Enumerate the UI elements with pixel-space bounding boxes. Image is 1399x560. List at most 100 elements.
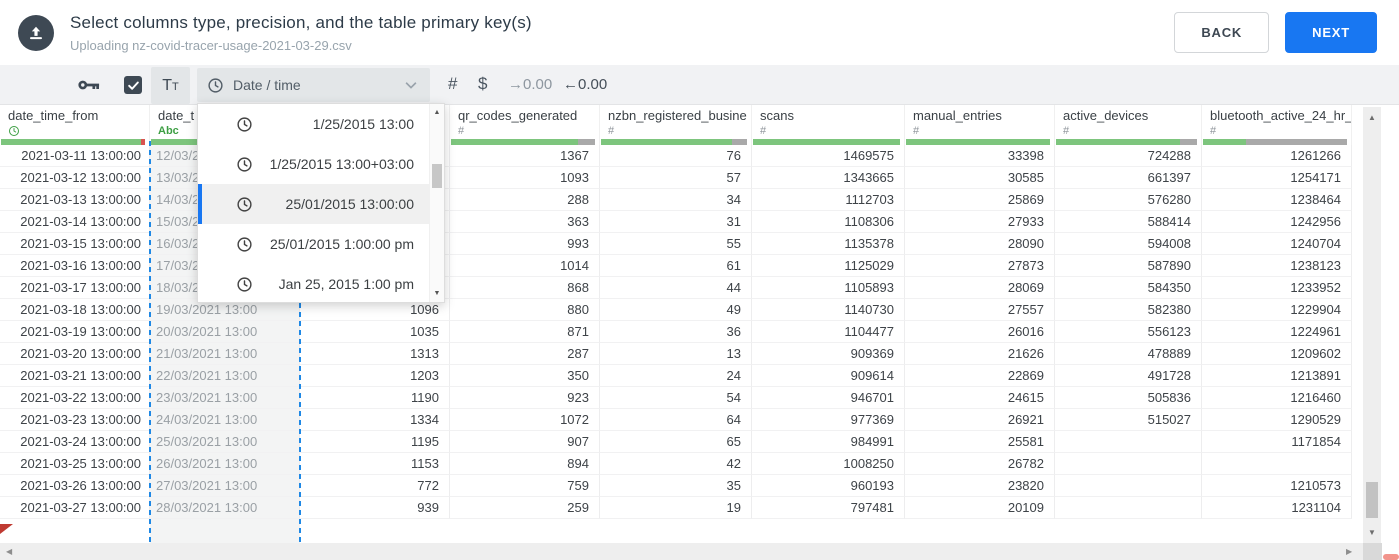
table-cell: 24615	[905, 387, 1055, 409]
table-cell: 2021-03-27 13:00:00	[0, 497, 150, 519]
table-cell: 587890	[1055, 255, 1202, 277]
primary-key-icon[interactable]	[78, 78, 101, 97]
column-header-date_time_from[interactable]: date_time_from	[0, 105, 150, 145]
table-row: 2021-03-20 13:00:00 21/03/2021 13:00 1313 2…	[0, 343, 1399, 365]
date-format-option[interactable]: 25/01/2015 13:00:00	[198, 184, 444, 224]
column-type-label: #	[913, 124, 920, 137]
table-cell: 2021-03-15 13:00:00	[0, 233, 150, 255]
column-name: nzbn_registered_busine	[608, 108, 747, 123]
vertical-scrollbar-thumb[interactable]	[1366, 482, 1378, 518]
table-row: 2021-03-24 13:00:00 25/03/2021 13:00 1195 9…	[0, 431, 1399, 453]
scroll-up-arrow-icon[interactable]: ▲	[1363, 113, 1381, 122]
text-type-button[interactable]: Tt	[151, 67, 190, 104]
table-cell: 30585	[905, 167, 1055, 189]
table-cell: 288	[450, 189, 600, 211]
number-type-button[interactable]: #	[448, 74, 457, 94]
column-header-scans[interactable]: scans #	[752, 105, 905, 145]
table-cell: 582380	[1055, 299, 1202, 321]
table-cell: 2021-03-13 13:00:00	[0, 189, 150, 211]
table-cell: 21626	[905, 343, 1055, 365]
scroll-down-arrow-icon[interactable]: ▼	[1363, 528, 1381, 537]
table-cell: 27557	[905, 299, 1055, 321]
table-cell: 894	[450, 453, 600, 475]
table-cell: 2021-03-24 13:00:00	[0, 431, 150, 453]
back-button[interactable]: BACK	[1174, 12, 1270, 53]
csv-import-wizard: Select columns type, precision, and the …	[0, 0, 1399, 560]
table-cell: 661397	[1055, 167, 1202, 189]
date-format-label: 25/01/2015 13:00:00	[285, 196, 414, 212]
header-actions: BACK NEXT	[1174, 12, 1377, 53]
table-cell: 363	[450, 211, 600, 233]
currency-type-button[interactable]: $	[478, 74, 487, 94]
column-header-active_devices[interactable]: active_devices #	[1055, 105, 1202, 145]
table-cell: 880	[450, 299, 600, 321]
table-cell: 1261266	[1202, 145, 1352, 167]
table-cell: 27873	[905, 255, 1055, 277]
table-cell: 1229904	[1202, 299, 1352, 321]
horizontal-scrollbar[interactable]: ◀ ▶	[0, 543, 1363, 560]
column-type-label: #	[1210, 124, 1217, 137]
table-cell: 1014	[450, 255, 600, 277]
dropdown-option-list: 1/25/2015 13:00 1/25/2015 13:00+03:00 25/0…	[198, 104, 444, 304]
clock-icon	[236, 276, 253, 293]
table-cell: 26782	[905, 453, 1055, 475]
column-header-qr_codes_generated[interactable]: qr_codes_generated #	[450, 105, 600, 145]
column-name: active_devices	[1063, 108, 1149, 123]
next-button[interactable]: NEXT	[1285, 12, 1377, 53]
table-cell: 1313	[300, 343, 450, 365]
table-row: 2021-03-27 13:00:00 28/03/2021 13:00 939 25…	[0, 497, 1399, 519]
table-cell: 907	[450, 431, 600, 453]
include-column-checkbox[interactable]	[124, 76, 142, 94]
table-cell: 35	[600, 475, 752, 497]
dropdown-scrollbar[interactable]: ▲ ▼	[429, 104, 444, 302]
decrease-precision-button[interactable]: ←0.00	[563, 76, 607, 93]
table-cell: 28/03/2021 13:00	[150, 497, 300, 519]
table-cell: 2021-03-21 13:00:00	[0, 365, 150, 387]
table-cell: 984991	[752, 431, 905, 453]
column-header-nzbn_registered_busine[interactable]: nzbn_registered_busine #	[600, 105, 752, 145]
date-format-option[interactable]: 25/01/2015 1:00:00 pm	[198, 224, 444, 264]
dropdown-scroll-up-icon[interactable]: ▲	[430, 109, 444, 116]
table-cell	[1055, 431, 1202, 453]
table-cell: 287	[450, 343, 600, 365]
chevron-down-icon	[402, 76, 420, 94]
table-cell: 1072	[450, 409, 600, 431]
wizard-header: Select columns type, precision, and the …	[0, 0, 1399, 65]
table-cell: 724288	[1055, 145, 1202, 167]
table-cell: 22869	[905, 365, 1055, 387]
column-header-bluetooth_active_24_hr_[interactable]: bluetooth_active_24_hr_ #	[1202, 105, 1352, 145]
column-type-select[interactable]: Date / time	[197, 68, 430, 102]
table-cell: 588414	[1055, 211, 1202, 233]
increase-precision-button[interactable]: →0.00	[508, 76, 552, 93]
dropdown-scrollbar-thumb[interactable]	[432, 164, 442, 188]
table-cell: 64	[600, 409, 752, 431]
dropdown-scroll-down-icon[interactable]: ▼	[430, 290, 444, 297]
vertical-scrollbar[interactable]: ▲ ▼	[1363, 107, 1381, 543]
scroll-right-arrow-icon[interactable]: ▶	[1346, 547, 1352, 556]
table-cell: 25/03/2021 13:00	[150, 431, 300, 453]
table-cell: 584350	[1055, 277, 1202, 299]
column-type-label	[8, 124, 149, 137]
date-format-option[interactable]: 1/25/2015 13:00+03:00	[198, 144, 444, 184]
table-cell: 42	[600, 453, 752, 475]
table-cell: 54	[600, 387, 752, 409]
table-cell: 55	[600, 233, 752, 255]
table-cell: 993	[450, 233, 600, 255]
table-cell: 1171854	[1202, 431, 1352, 453]
clock-icon	[236, 156, 253, 173]
date-format-dropdown: 1/25/2015 13:00 1/25/2015 13:00+03:00 25/0…	[197, 103, 445, 303]
date-format-option[interactable]: Jan 25, 2015 1:00 pm	[198, 264, 444, 304]
table-cell: 26/03/2021 13:00	[150, 453, 300, 475]
scroll-left-arrow-icon[interactable]: ◀	[6, 547, 12, 556]
date-format-option[interactable]: 1/25/2015 13:00	[198, 104, 444, 144]
table-row: 2021-03-25 13:00:00 26/03/2021 13:00 1153 8…	[0, 453, 1399, 475]
table-cell: 2021-03-17 13:00:00	[0, 277, 150, 299]
table-cell: 2021-03-25 13:00:00	[0, 453, 150, 475]
check-icon	[127, 81, 139, 90]
table-cell: 2021-03-22 13:00:00	[0, 387, 150, 409]
table-cell: 1233952	[1202, 277, 1352, 299]
table-cell: 2021-03-19 13:00:00	[0, 321, 150, 343]
upload-status-text: Uploading nz-covid-tracer-usage-2021-03-…	[70, 37, 352, 53]
table-cell: 1334	[300, 409, 450, 431]
column-header-manual_entries[interactable]: manual_entries #	[905, 105, 1055, 145]
